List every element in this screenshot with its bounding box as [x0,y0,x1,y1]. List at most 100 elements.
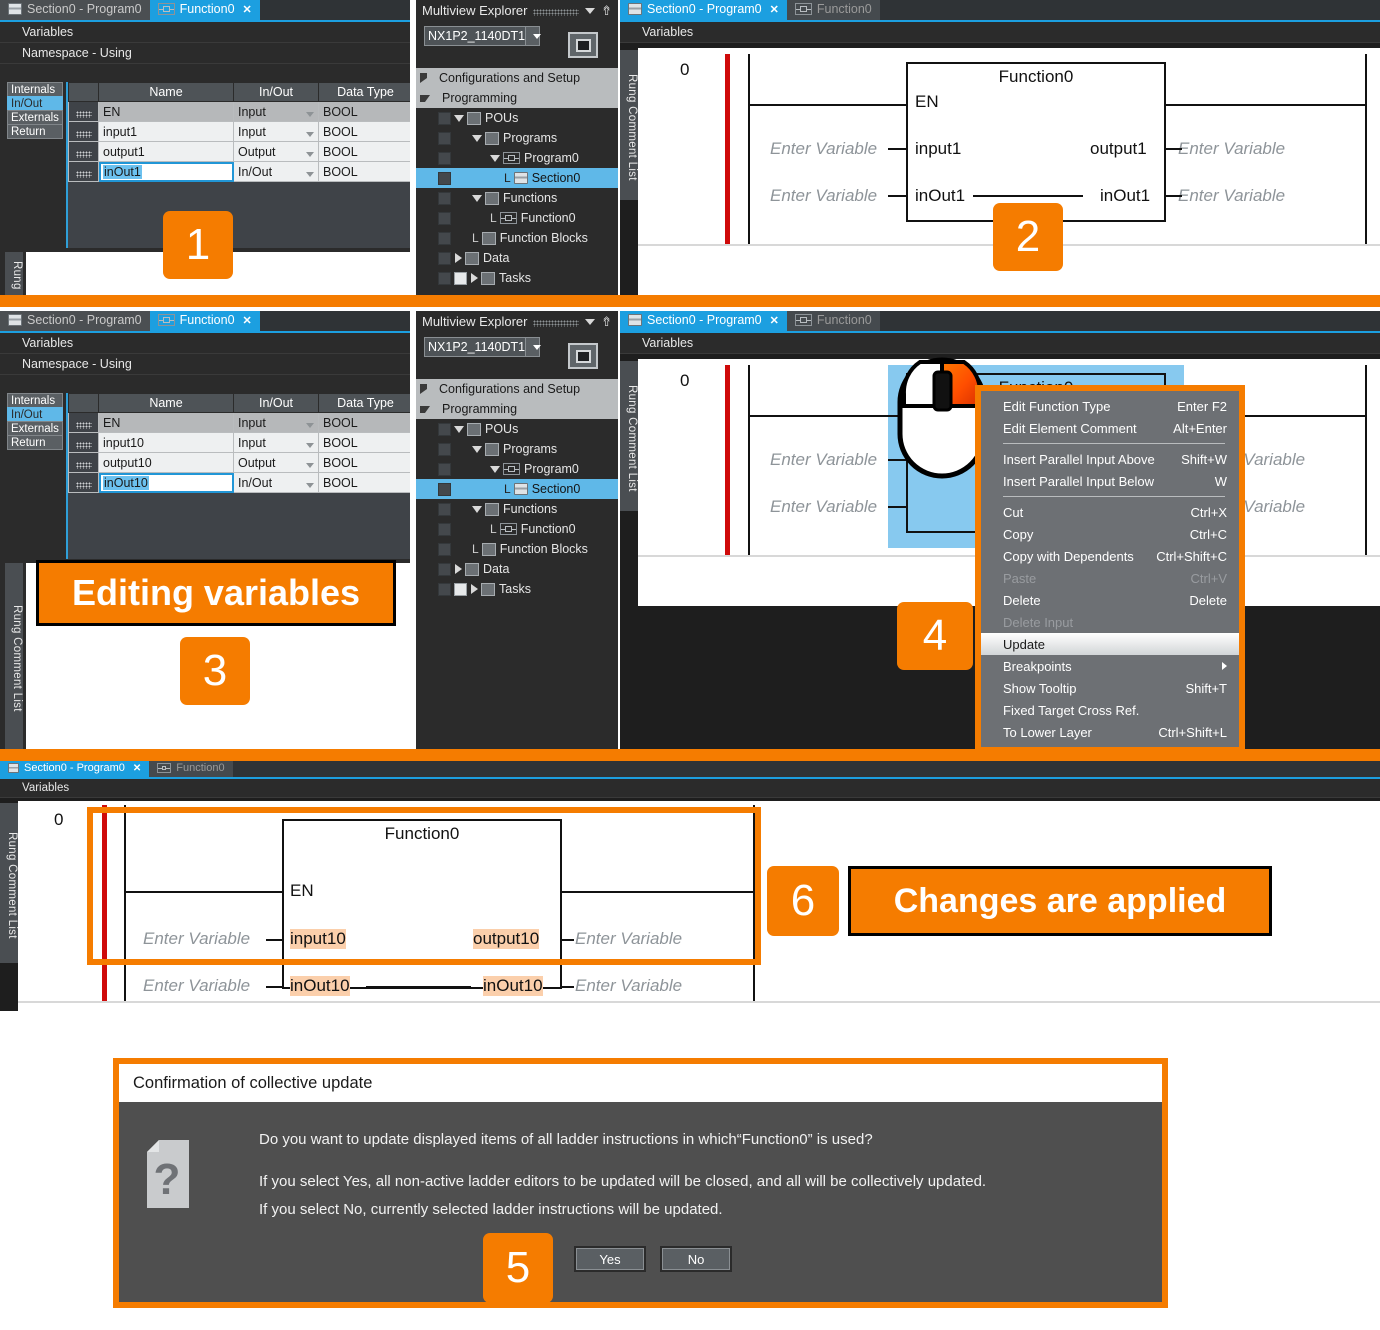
drag-handle-dots[interactable] [533,9,580,16]
cell-type[interactable]: BOOL [318,452,410,473]
controller-chip-icon[interactable] [568,32,598,58]
chevron-right-icon[interactable] [420,384,427,394]
chevron-down-icon[interactable] [472,505,482,513]
rung-comment-list-strip[interactable]: Rung Comment List [0,803,18,963]
close-icon[interactable]: ✕ [243,314,252,327]
tree-node-program0[interactable]: Program0 [416,459,618,479]
cell-inout[interactable]: In/Out [233,472,319,493]
row-grip[interactable] [68,432,99,453]
menu-item-show-tooltip[interactable]: Show Tooltip Shift+T [981,677,1239,699]
device-selector-mid[interactable]: NX1P2_1140DT1 [424,337,541,357]
row-grip[interactable] [68,412,99,433]
tree-node-tasks[interactable]: Tasks [416,579,618,599]
rung-comment-list-strip[interactable]: Rung [5,252,23,295]
cell-name[interactable]: EN [98,101,234,122]
cell-inout[interactable]: Input [233,121,319,142]
menu-item-copy-with-dependents[interactable]: Copy with Dependents Ctrl+Shift+C [981,545,1239,567]
cell-inout[interactable]: In/Out [233,161,319,182]
chevron-right-icon[interactable] [471,273,478,283]
chevron-down-icon[interactable] [454,425,464,433]
tree-node-function-blocks[interactable]: L Function Blocks [416,228,618,248]
scope-tab-return[interactable]: Return [7,435,63,450]
scope-tab-inout[interactable]: In/Out [7,96,63,111]
chevron-down-icon[interactable] [420,94,430,102]
enter-variable-inout10-left[interactable]: Enter Variable [143,976,250,996]
scope-tab-internals[interactable]: Internals [7,393,63,408]
controller-chip-icon[interactable] [568,343,598,369]
enter-variable-inout1-left[interactable]: Enter Variable [770,186,877,206]
pin-icon[interactable]: ⇮ [601,3,618,19]
enter-variable-output1[interactable]: Enter Variable [1178,139,1285,159]
drag-handle-dots[interactable] [533,320,580,327]
scope-tab-externals[interactable]: Externals [7,110,63,125]
enter-variable-left-2[interactable]: Enter Variable [770,497,877,517]
checkbox-icon[interactable] [438,482,451,496]
table-row[interactable]: inOut1 In/Out BOOL [68,161,410,182]
chevron-down-icon[interactable] [472,194,482,202]
menu-item-delete[interactable]: Delete Delete [981,589,1239,611]
tab-section0-program0[interactable]: Section0 - Program0 ✕ [620,311,787,331]
cell-name[interactable]: input10 [98,432,234,453]
tab-function0[interactable]: Function0 [149,761,233,777]
checkbox-icon[interactable] [438,582,451,596]
menu-item-fixed-target-cross-ref[interactable]: Fixed Target Cross Ref. [981,699,1239,721]
tree-node-programs[interactable]: Programs [416,128,618,148]
chevron-right-icon[interactable] [471,584,478,594]
tab-section0-program0[interactable]: Section0 - Program0 ✕ [620,0,787,20]
checkbox-icon[interactable] [438,422,451,436]
cell-inout[interactable]: Output [233,141,319,162]
tree-node-tasks[interactable]: Tasks [416,268,618,288]
tree-node-programming[interactable]: Programming [416,399,618,419]
chevron-down-icon[interactable] [306,151,314,157]
tree-node-programs[interactable]: Programs [416,439,618,459]
tree-node-configurations[interactable]: Configurations and Setup [416,68,618,88]
col-type[interactable]: Data Type [318,393,410,413]
checkbox-icon[interactable] [438,211,451,225]
rung-comment-list-strip[interactable]: Rung Comment List [620,50,638,200]
scope-tab-internals[interactable]: Internals [7,82,63,97]
enter-variable-inout1-right[interactable]: Enter Variable [1178,186,1285,206]
close-icon[interactable]: ✕ [770,3,779,16]
tree-node-function0[interactable]: L Function0 [416,208,618,228]
dropdown-arrow-icon[interactable] [525,27,541,45]
row-grip[interactable] [68,161,99,182]
rung-comment-list-strip[interactable]: Rung Comment List [620,361,638,511]
tab-function0[interactable]: Function0 [786,311,880,331]
checkbox-icon[interactable] [438,271,451,285]
checkbox-icon[interactable] [438,462,451,476]
tab-section0-program0[interactable]: Section0 - Program0 ✕ [0,761,150,777]
enter-variable-left-1[interactable]: Enter Variable [770,450,877,470]
tree-node-section0[interactable]: L Section0 [416,168,618,188]
tree-node-functions[interactable]: Functions [416,188,618,208]
checkbox-icon[interactable] [454,582,467,596]
checkbox-icon[interactable] [438,191,451,205]
col-name[interactable]: Name [98,393,234,413]
chevron-down-icon[interactable] [306,482,314,488]
cell-type[interactable]: BOOL [318,412,410,433]
tree-node-function0[interactable]: L Function0 [416,519,618,539]
table-row[interactable]: output1 Output BOOL [68,141,410,162]
chevron-down-icon[interactable] [472,445,482,453]
checkbox-icon[interactable] [454,271,467,285]
cell-inout[interactable]: Input [233,432,319,453]
checkbox-icon[interactable] [438,562,451,576]
tab-function0[interactable]: Function0 [786,0,880,20]
tab-function0[interactable]: Function0 ✕ [149,311,260,331]
chevron-down-icon[interactable] [306,171,314,177]
menu-item-insert-parallel-input-above[interactable]: Insert Parallel Input Above Shift+W [981,448,1239,470]
no-button[interactable]: No [660,1246,732,1272]
cell-name[interactable]: output10 [98,452,234,473]
checkbox-icon[interactable] [438,171,451,185]
cell-name[interactable]: EN [98,412,234,433]
chevron-down-icon[interactable] [306,131,314,137]
tab-section0-program0[interactable]: Section0 - Program0 [0,311,150,331]
menu-item-edit-function-type[interactable]: Edit Function Type Enter F2 [981,395,1239,417]
checkbox-icon[interactable] [438,151,451,165]
cell-name-editing[interactable]: inOut10 [98,472,234,493]
tree-node-section0[interactable]: L Section0 [416,479,618,499]
enter-variable-input1[interactable]: Enter Variable [770,139,877,159]
menu-item-to-lower-layer[interactable]: To Lower Layer Ctrl+Shift+L [981,721,1239,743]
cell-type[interactable]: BOOL [318,141,410,162]
row-grip[interactable] [68,472,99,493]
enter-variable-inout10-right[interactable]: Enter Variable [575,976,682,996]
